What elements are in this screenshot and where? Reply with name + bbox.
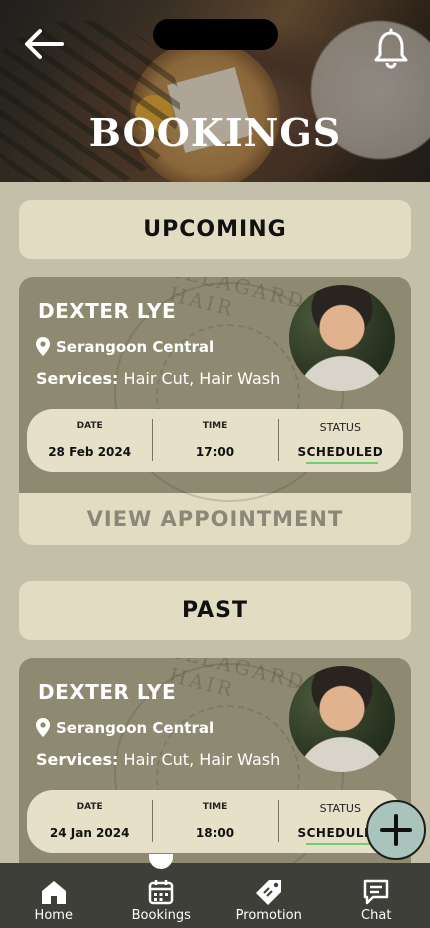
nav-item-promotion[interactable]: Promotion	[215, 863, 323, 928]
add-booking-button[interactable]	[366, 800, 426, 860]
bell-icon	[374, 28, 408, 69]
nav-label-home: Home	[34, 908, 73, 923]
status-badge: SCHEDULED	[297, 445, 384, 459]
chat-icon	[364, 879, 389, 905]
past-section-header: PAST	[19, 581, 411, 640]
nav-label-promotion: Promotion	[235, 908, 302, 923]
nav-item-chat[interactable]: Chat	[323, 863, 430, 928]
time-stat: TIME 18:00	[152, 790, 277, 853]
booking-location: Serangoon Central	[36, 337, 214, 356]
nav-label-bookings: Bookings	[131, 908, 191, 923]
status-underline	[305, 843, 378, 845]
booking-services: Services: Hair Cut, Hair Wash	[36, 750, 280, 769]
stylist-avatar	[289, 285, 395, 391]
location-label: Serangoon Central	[56, 337, 215, 356]
notification-button[interactable]	[370, 28, 412, 70]
plus-icon	[380, 814, 412, 846]
location-label: Serangoon Central	[56, 718, 215, 737]
location-pin-icon	[36, 337, 50, 356]
booking-services: Services: Hair Cut, Hair Wash	[36, 369, 280, 388]
date-stat: DATE 28 Feb 2024	[27, 409, 152, 472]
upcoming-section-header: UPCOMING	[19, 200, 411, 259]
home-icon	[41, 881, 66, 904]
stylist-name: DEXTER LYE	[38, 299, 177, 323]
back-button[interactable]	[22, 26, 66, 62]
calendar-icon	[149, 880, 174, 905]
services-label: Services:	[36, 369, 119, 388]
tag-icon	[255, 880, 281, 905]
status-stat: STATUS SCHEDULED	[277, 409, 403, 472]
page-title: BOOKINGS	[88, 110, 342, 155]
date-value: 24 Jan 2024	[49, 826, 130, 840]
arrow-left-icon	[25, 29, 64, 59]
location-pin-icon	[36, 718, 50, 737]
nav-item-home[interactable]: Home	[0, 863, 108, 928]
services-value: Hair Cut, Hair Wash	[123, 750, 281, 769]
time-stat: TIME 17:00	[152, 409, 277, 472]
date-stat: DATE 24 Jan 2024	[27, 790, 152, 853]
status-label: STATUS	[319, 421, 361, 434]
status-underline	[305, 462, 378, 464]
upcoming-booking-card[interactable]: ILLAGARDEN HAIR DEXTER LYE Serangoon Cen…	[19, 277, 411, 545]
booking-card-body: ILLAGARDEN HAIR DEXTER LYE Serangoon Cen…	[19, 277, 411, 502]
services-value: Hair Cut, Hair Wash	[123, 369, 281, 388]
time-label: TIME	[202, 421, 228, 431]
booking-details-bar: DATE 24 Jan 2024 TIME 18:00 STATUS SCHED…	[27, 790, 403, 853]
booking-card-body: ILLAGARDEN HAIR DEXTER LYE Serangoon Cen…	[19, 658, 411, 874]
past-booking-card[interactable]: ILLAGARDEN HAIR DEXTER LYE Serangoon Cen…	[19, 658, 411, 874]
time-value: 18:00	[195, 826, 235, 840]
time-label: TIME	[202, 802, 228, 812]
services-label: Services:	[36, 750, 119, 769]
date-label: DATE	[76, 421, 103, 431]
nav-label-chat: Chat	[361, 908, 392, 923]
header-banner: BOOKINGS	[0, 0, 430, 182]
stylist-avatar	[289, 666, 395, 772]
camera-notch	[153, 19, 278, 50]
time-value: 17:00	[195, 445, 235, 459]
booking-location: Serangoon Central	[36, 718, 214, 737]
bottom-nav: Home Bookings Promotion Chat	[0, 854, 430, 928]
date-label: DATE	[76, 802, 103, 812]
nav-item-bookings[interactable]: Bookings	[108, 854, 216, 928]
booking-details-bar: DATE 28 Feb 2024 TIME 17:00 STATUS SCHED…	[27, 409, 403, 472]
stylist-name: DEXTER LYE	[38, 680, 177, 704]
date-value: 28 Feb 2024	[48, 445, 132, 459]
active-indicator	[149, 854, 174, 869]
